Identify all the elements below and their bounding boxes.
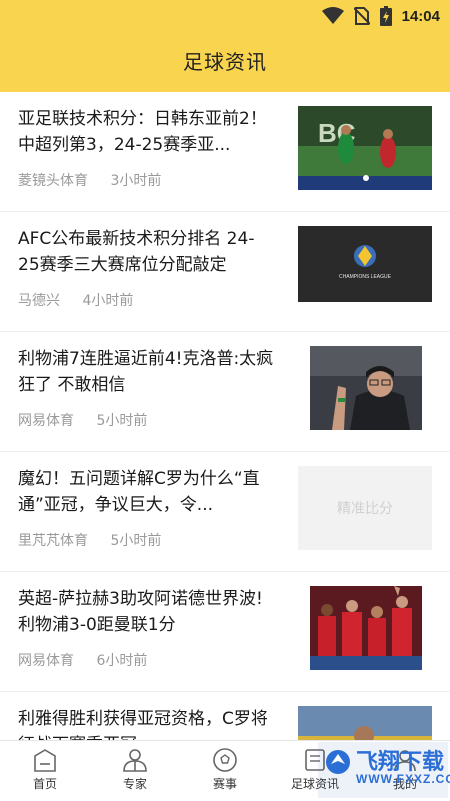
news-item[interactable]: 英超-萨拉赫3助攻阿诺德世界波!利物浦3-0距曼联1分 网易体育 6小时前 xyxy=(0,572,450,692)
news-time: 5小时前 xyxy=(110,533,162,549)
news-source: 里芃芃体育 xyxy=(18,533,88,549)
news-title[interactable]: 魔幻！五问题详解C罗为什么“直通”亚冠，争议巨大，令... xyxy=(18,466,276,518)
news-meta: 网易体育 5小时前 xyxy=(18,410,147,430)
news-title[interactable]: 英超-萨拉赫3助攻阿诺德世界波!利物浦3-0距曼联1分 xyxy=(18,586,276,638)
home-icon xyxy=(34,749,56,772)
status-time: 14:04 xyxy=(401,7,440,25)
soccer-ball-icon xyxy=(213,748,237,772)
news-meta: 网易体育 6小时前 xyxy=(18,650,147,670)
watermark-url: WWW.FXXZ.COM xyxy=(356,772,450,786)
tab-home[interactable]: 首页 xyxy=(0,741,90,801)
news-time: 3小时前 xyxy=(110,173,162,189)
news-title[interactable]: 利物浦7连胜逼近前4!克洛普:太疯狂了 不敢相信 xyxy=(18,346,276,398)
news-meta: 里芃芃体育 5小时前 xyxy=(18,530,161,550)
news-thumbnail[interactable] xyxy=(310,346,422,430)
news-thumbnail-placeholder[interactable]: 精准比分 xyxy=(298,466,432,550)
battery-icon xyxy=(379,6,392,26)
watermark-logo-icon xyxy=(326,750,350,774)
news-item[interactable]: AFC公布最新技术积分排名 24-25赛季三大赛席位分配敲定 马德兴 4小时前 … xyxy=(0,212,450,332)
news-meta: 菱镜头体育 3小时前 xyxy=(18,170,161,190)
status-bar: 14:04 xyxy=(0,0,450,32)
tab-label: 赛事 xyxy=(212,777,237,791)
tab-label: 专家 xyxy=(122,777,147,791)
news-thumbnail[interactable] xyxy=(310,586,422,670)
news-meta: 马德兴 4小时前 xyxy=(18,290,133,310)
news-title[interactable]: AFC公布最新技术积分排名 24-25赛季三大赛席位分配敲定 xyxy=(18,226,276,278)
news-thumbnail[interactable] xyxy=(298,706,432,740)
news-thumbnail[interactable]: BC xyxy=(298,106,432,190)
news-time: 6小时前 xyxy=(96,653,148,669)
news-title[interactable]: 亚足联技术积分：日韩东亚前2！中超列第3，24-25赛季亚... xyxy=(18,106,276,158)
news-source: 网易体育 xyxy=(18,413,74,429)
news-time: 4小时前 xyxy=(82,293,134,309)
page-title: 足球资讯 xyxy=(183,50,267,74)
news-feed[interactable]: 亚足联技术积分：日韩东亚前2！中超列第3，24-25赛季亚... 菱镜头体育 3… xyxy=(0,92,450,740)
news-time: 5小时前 xyxy=(96,413,148,429)
news-title[interactable]: 利雅得胜利获得亚冠资格，C罗将征战下赛季亚冠 xyxy=(18,706,276,740)
news-item[interactable]: 利雅得胜利获得亚冠资格，C罗将征战下赛季亚冠 xyxy=(0,692,450,740)
news-source: 马德兴 xyxy=(18,293,60,309)
news-item[interactable]: 魔幻！五问题详解C罗为什么“直通”亚冠，争议巨大，令... 里芃芃体育 5小时前… xyxy=(0,452,450,572)
experts-icon xyxy=(123,749,147,772)
tab-label: 首页 xyxy=(32,777,57,791)
news-source: 网易体育 xyxy=(18,653,74,669)
no-sim-icon xyxy=(353,7,370,25)
wifi-icon xyxy=(321,7,344,24)
news-item[interactable]: 利物浦7连胜逼近前4!克洛普:太疯狂了 不敢相信 网易体育 5小时前 xyxy=(0,332,450,452)
thumb-logo-text: CHAMPIONS LEAGUE xyxy=(339,274,392,280)
placeholder-text: 精准比分 xyxy=(337,501,393,517)
news-source: 菱镜头体育 xyxy=(18,173,88,189)
tab-experts[interactable]: 专家 xyxy=(90,741,180,801)
news-thumbnail[interactable]: CHAMPIONS LEAGUE xyxy=(298,226,432,310)
tab-matches[interactable]: 赛事 xyxy=(180,741,270,801)
news-item[interactable]: 亚足联技术积分：日韩东亚前2！中超列第3，24-25赛季亚... 菱镜头体育 3… xyxy=(0,92,450,212)
app-header: 14:04 足球资讯 xyxy=(0,0,450,92)
